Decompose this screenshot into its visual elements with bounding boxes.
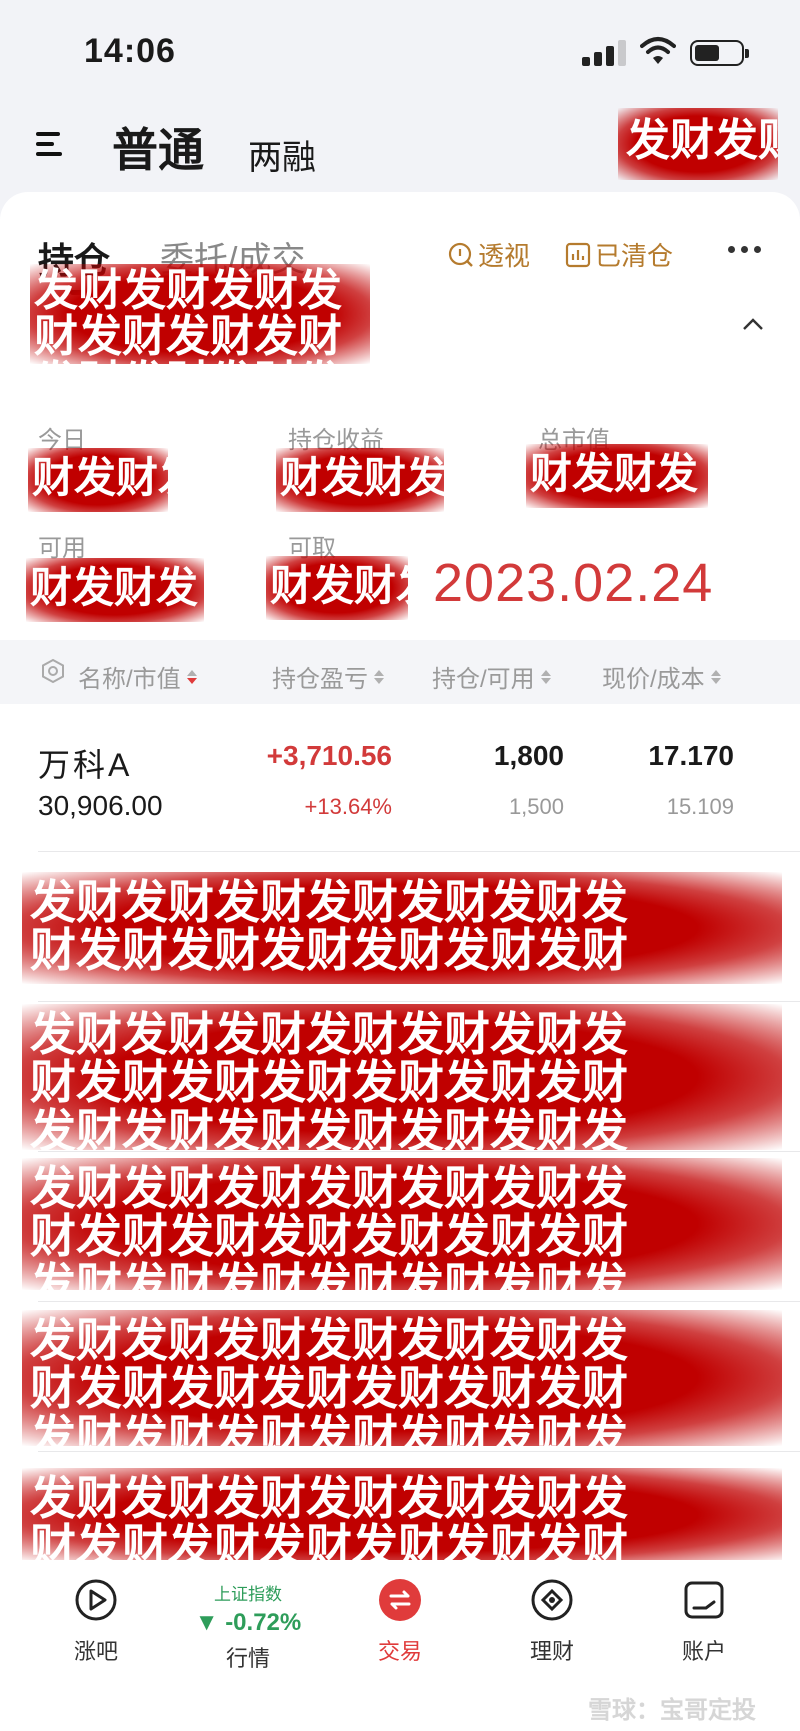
sort-icon	[374, 669, 384, 684]
redaction-mark: 发财发财发财发财发财发财发 财发财发财发财发财发财发财	[22, 1468, 782, 1562]
date-stamp: 2023.02.24	[433, 553, 714, 613]
nav-zhangba-label: 涨吧	[73, 1639, 118, 1664]
redaction-mark: 发财发财发财发财发财发财发 财发财发财发财发财发财发财 发财发财发财发财发财发财…	[22, 1158, 782, 1290]
nav-trade-label: 交易	[377, 1639, 422, 1664]
stock-price: 17.170	[648, 740, 734, 771]
redaction-mark: 财发财发	[28, 448, 168, 512]
diamond-coin-icon	[531, 1579, 573, 1621]
redaction-mark: 发财发财发财发 财发财发财发财 发财发财发财发	[30, 264, 370, 364]
holdings-card: 持仓 委托/成交 透视 已清仓 发财发财发财发 财发财发财发财 发财发财发财发 …	[0, 192, 800, 1731]
holding-row[interactable]: 万科A 30,906.00 +3,710.56 +13.64% 1,800 1,…	[0, 704, 800, 852]
chevron-up-icon[interactable]	[742, 314, 764, 336]
redaction-mark: 财发财发	[26, 558, 204, 622]
column-price[interactable]: 现价/成本	[602, 659, 721, 694]
redaction-mark: 发财发财	[618, 108, 778, 180]
status-time: 14:06	[84, 32, 176, 70]
nav-trade[interactable]: 交易	[340, 1578, 460, 1666]
column-price-label: 现价/成本	[602, 666, 705, 693]
stock-pnl: +3,710.56	[266, 740, 392, 771]
redaction-mark: 发财发财发财发财发财发财发 财发财发财发财发财发财发财	[22, 872, 782, 984]
redaction-mark: 财发财发	[526, 444, 708, 508]
status-bar: 14:06	[0, 0, 800, 100]
redaction-mark: 财发财发	[276, 448, 444, 512]
nav-zhangba[interactable]: 涨吧	[36, 1578, 156, 1666]
sort-icon	[186, 669, 197, 684]
column-pnl[interactable]: 持仓盈亏	[272, 659, 384, 694]
table-header: 名称/市值 持仓盈亏 持仓/可用 现价/成本	[0, 640, 800, 704]
stock-name: 万科A	[38, 747, 133, 783]
cleared-button[interactable]: 已清仓	[565, 236, 673, 273]
holding-row[interactable]: 发财发财发财发财发财发财发 财发财发财发财发财发财发财 发财发财发财发财发财发财…	[0, 1152, 800, 1302]
stock-market-value: 30,906.00	[38, 790, 163, 821]
holding-row[interactable]: 发财发财发财发财发财发财发 财发财发财发财发财发财发财 发财发财发财发财发财发财…	[0, 1002, 800, 1152]
account-tab-normal[interactable]: 普通	[112, 114, 204, 180]
nav-account[interactable]: 账户	[644, 1578, 764, 1666]
nav-wealth-label: 理财	[529, 1639, 574, 1664]
chart-icon	[565, 242, 591, 267]
perspective-label: 透视	[478, 241, 531, 271]
account-icon	[684, 1581, 724, 1619]
battery-icon	[690, 40, 749, 66]
column-pnl-label: 持仓盈亏	[272, 666, 368, 693]
column-qty[interactable]: 持仓/可用	[432, 659, 551, 694]
holding-row[interactable]: 发财发财发财发财发财发财发 财发财发财发财发财发财发财	[0, 1452, 800, 1562]
redaction-mark: 发财发财发财发财发财发财发 财发财发财发财发财发财发财 发财发财发财发财发财发财…	[22, 1310, 782, 1446]
redaction-mark: 发财发财发财发财发财发财发 财发财发财发财发财发财发财 发财发财发财发财发财发财…	[22, 1004, 782, 1150]
play-circle-icon	[75, 1579, 117, 1621]
perspective-icon	[448, 242, 473, 267]
redaction-mark: 财发财发	[266, 556, 408, 620]
stock-cost: 15.109	[666, 794, 734, 819]
perspective-button[interactable]: 透视	[448, 236, 530, 273]
sort-icon	[710, 669, 721, 684]
swap-icon	[379, 1579, 421, 1621]
stock-quantity: 1,800	[493, 740, 564, 771]
nav-market-label: 行情	[225, 1646, 270, 1671]
signal-icon	[582, 40, 626, 66]
wifi-icon	[640, 36, 676, 66]
holding-row[interactable]: 发财发财发财发财发财发财发 财发财发财发财发财发财发财	[0, 852, 800, 1002]
nav-account-label: 账户	[681, 1639, 726, 1664]
column-name-value[interactable]: 名称/市值	[78, 659, 197, 694]
column-qty-label: 持仓/可用	[432, 666, 535, 693]
column-name-value-label: 名称/市值	[78, 666, 181, 693]
stock-pnl-percent: +13.64%	[304, 794, 392, 819]
nav-wealth[interactable]: 理财	[492, 1578, 612, 1666]
nav-market[interactable]: 上证指数 ▼ -0.72% 行情	[188, 1578, 308, 1673]
index-name: 上证指数	[214, 1585, 282, 1604]
watermark: 雪球：宝哥定投	[588, 1697, 756, 1724]
more-icon[interactable]	[728, 246, 764, 256]
app-header: 普通 两融 发财发财	[0, 100, 800, 195]
holding-row[interactable]: 发财发财发财发财发财发财发 财发财发财发财发财发财发财 发财发财发财发财发财发财…	[0, 1302, 800, 1452]
cleared-label: 已清仓	[595, 241, 674, 271]
sort-icon	[540, 669, 551, 684]
stock-quantity-available: 1,500	[508, 794, 564, 819]
index-change: ▼ -0.72%	[194, 1609, 302, 1636]
account-tab-margin[interactable]: 两融	[248, 130, 316, 179]
menu-icon[interactable]	[36, 130, 62, 158]
settings-hex-icon[interactable]	[40, 658, 66, 684]
